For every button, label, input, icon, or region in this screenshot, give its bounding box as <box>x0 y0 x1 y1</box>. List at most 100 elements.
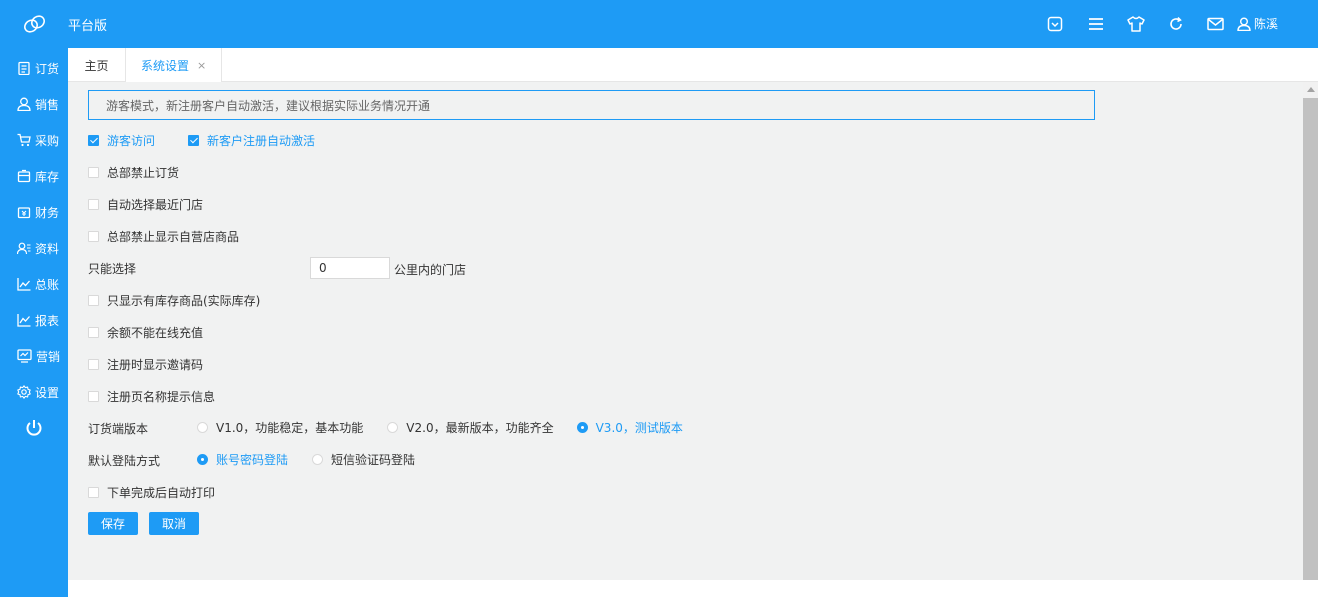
scroll-up-arrow-icon[interactable] <box>1307 87 1315 92</box>
sidebar-item-purchase[interactable]: 采购 <box>0 128 68 152</box>
checkbox[interactable] <box>88 326 99 338</box>
checkbox[interactable] <box>88 294 99 306</box>
checkbox-checked[interactable] <box>88 134 99 146</box>
checkbox-label: 注册时显示邀请码 <box>107 357 204 372</box>
sidebar-item-sales[interactable]: 销售 <box>0 92 68 116</box>
order-icon <box>18 61 30 75</box>
shirt-icon[interactable] <box>1126 14 1146 34</box>
client-version-row: 订货端版本 V1.0，功能稳定，基本功能 V2.0，最新版本，功能齐全 V3.0… <box>88 419 788 437</box>
sidebar-item-finance[interactable]: 财务 <box>0 200 68 224</box>
sidebar: 订货 销售 采购 库存 财务 资料 总账 报表 营销 设置 <box>0 48 68 597</box>
checkbox-label: 自动选择最近门店 <box>107 197 204 212</box>
distance-row: 只能选择 公里内的门店 <box>88 257 508 279</box>
show-in-stock-checkbox[interactable]: 只显示有库存商品(实际库存) <box>88 291 260 309</box>
hq-disable-order-checkbox[interactable]: 总部禁止订货 <box>88 163 179 181</box>
power-icon[interactable] <box>24 418 44 438</box>
cancel-button[interactable]: 取消 <box>149 512 199 535</box>
menu-icon[interactable] <box>1086 14 1106 34</box>
login-method-option-sms[interactable]: 短信验证码登陆 <box>312 451 415 468</box>
sidebar-item-inventory[interactable]: 库存 <box>0 164 68 188</box>
scrollbar-thumb[interactable] <box>1303 98 1318 580</box>
radio-label: 短信验证码登陆 <box>331 453 416 467</box>
checkbox-label: 注册页名称提示信息 <box>107 389 216 404</box>
settings-panel: 游客模式，新注册客户自动激活，建议根据实际业务情况开通 游客访问 新客户注册自动… <box>68 82 1303 580</box>
register-name-hint-checkbox[interactable]: 注册页名称提示信息 <box>88 387 215 405</box>
radio-selected[interactable] <box>197 454 208 465</box>
sidebar-item-report[interactable]: 报表 <box>0 308 68 332</box>
auto-print-checkbox[interactable]: 下单完成后自动打印 <box>88 483 215 501</box>
sidebar-item-marketing[interactable]: 营销 <box>0 344 68 368</box>
notice-text: 游客模式，新注册客户自动激活，建议根据实际业务情况开通 <box>106 98 431 113</box>
report-icon <box>17 314 31 327</box>
ledger-icon <box>17 278 31 291</box>
sidebar-item-settings[interactable]: 设置 <box>0 380 68 404</box>
checkbox-label: 下单完成后自动打印 <box>107 485 216 500</box>
radio[interactable] <box>197 422 208 433</box>
radio[interactable] <box>312 454 324 465</box>
client-version-option-v3[interactable]: V3.0，测试版本 <box>576 419 683 436</box>
sidebar-item-order[interactable]: 订货 <box>0 56 68 80</box>
bottom-strip <box>68 580 1318 597</box>
notice-banner: 游客模式，新注册客户自动激活，建议根据实际业务情况开通 <box>88 90 1095 120</box>
client-version-option-v2[interactable]: V2.0，最新版本，功能齐全 <box>387 419 554 436</box>
user-menu[interactable]: 陈溪 <box>1237 15 1278 32</box>
user-name: 陈溪 <box>1254 17 1279 31</box>
balance-recharge-checkbox[interactable]: 余额不能在线充值 <box>88 323 203 341</box>
sidebar-item-label: 销售 <box>35 97 60 112</box>
auto-nearest-store-checkbox[interactable]: 自动选择最近门店 <box>88 195 203 213</box>
mail-icon[interactable] <box>1205 14 1225 34</box>
distance-input[interactable] <box>310 257 390 279</box>
client-version-label: 订货端版本 <box>88 421 149 436</box>
top-header: 平台版 陈溪 <box>0 0 1318 48</box>
sidebar-item-ledger[interactable]: 总账 <box>0 272 68 296</box>
tab-bar: 主页 系统设置 × <box>68 48 1318 82</box>
sales-icon <box>17 97 31 111</box>
radio-label: 账号密码登陆 <box>216 453 289 467</box>
tab-settings-label: 系统设置 <box>141 58 190 73</box>
close-icon[interactable]: × <box>197 59 206 72</box>
checkbox[interactable] <box>88 358 99 370</box>
radio-label: V1.0，功能稳定，基本功能 <box>216 421 364 435</box>
checkbox-label: 余额不能在线充值 <box>107 325 204 340</box>
sidebar-item-label: 订货 <box>35 61 60 76</box>
vertical-scrollbar[interactable] <box>1303 82 1318 580</box>
profile-icon <box>17 242 31 255</box>
guest-access-checkbox[interactable]: 游客访问 <box>88 132 155 149</box>
login-method-label: 默认登陆方式 <box>88 453 161 468</box>
checkbox[interactable] <box>88 486 99 498</box>
tab-home-label: 主页 <box>84 58 109 73</box>
sidebar-item-label: 设置 <box>35 385 60 400</box>
settings-icon <box>17 385 31 399</box>
checkbox-checked[interactable] <box>188 134 200 146</box>
sidebar-item-profile[interactable]: 资料 <box>0 236 68 260</box>
option-row: 游客访问 新客户注册自动激活 <box>88 131 315 149</box>
show-invite-code-checkbox[interactable]: 注册时显示邀请码 <box>88 355 203 373</box>
checkbox-label: 总部禁止订货 <box>107 165 180 180</box>
sidebar-item-label: 资料 <box>35 241 60 256</box>
cart-icon <box>17 133 31 147</box>
login-method-radio-group: 账号密码登陆 短信验证码登陆 <box>197 451 415 468</box>
tab-home[interactable]: 主页 <box>68 48 126 82</box>
tab-settings[interactable]: 系统设置 × <box>126 48 222 82</box>
user-icon <box>1237 17 1251 31</box>
sidebar-item-label: 财务 <box>35 205 60 220</box>
distance-unit: 公里内的门店 <box>394 263 467 277</box>
radio[interactable] <box>387 422 399 433</box>
checkbox[interactable] <box>88 166 99 178</box>
auto-activate-checkbox[interactable]: 新客户注册自动激活 <box>188 132 315 149</box>
radio-selected[interactable] <box>576 422 588 433</box>
checkbox[interactable] <box>88 198 99 210</box>
save-button[interactable]: 保存 <box>88 512 138 535</box>
radio-label: V2.0，最新版本，功能齐全 <box>406 421 554 435</box>
login-method-option-password[interactable]: 账号密码登陆 <box>197 451 288 468</box>
checkbox[interactable] <box>88 390 99 402</box>
checkbox[interactable] <box>88 230 99 242</box>
hq-hide-own-products-checkbox[interactable]: 总部禁止显示自营店商品 <box>88 227 239 245</box>
message-icon[interactable] <box>1045 14 1065 34</box>
client-version-option-v1[interactable]: V1.0，功能稳定，基本功能 <box>197 419 363 436</box>
checkbox-label: 新客户注册自动激活 <box>207 133 316 148</box>
refresh-icon[interactable] <box>1166 14 1186 34</box>
radio-label: V3.0，测试版本 <box>595 421 683 435</box>
login-method-row: 默认登陆方式 账号密码登陆 短信验证码登陆 <box>88 451 508 469</box>
sidebar-item-label: 采购 <box>35 133 60 148</box>
